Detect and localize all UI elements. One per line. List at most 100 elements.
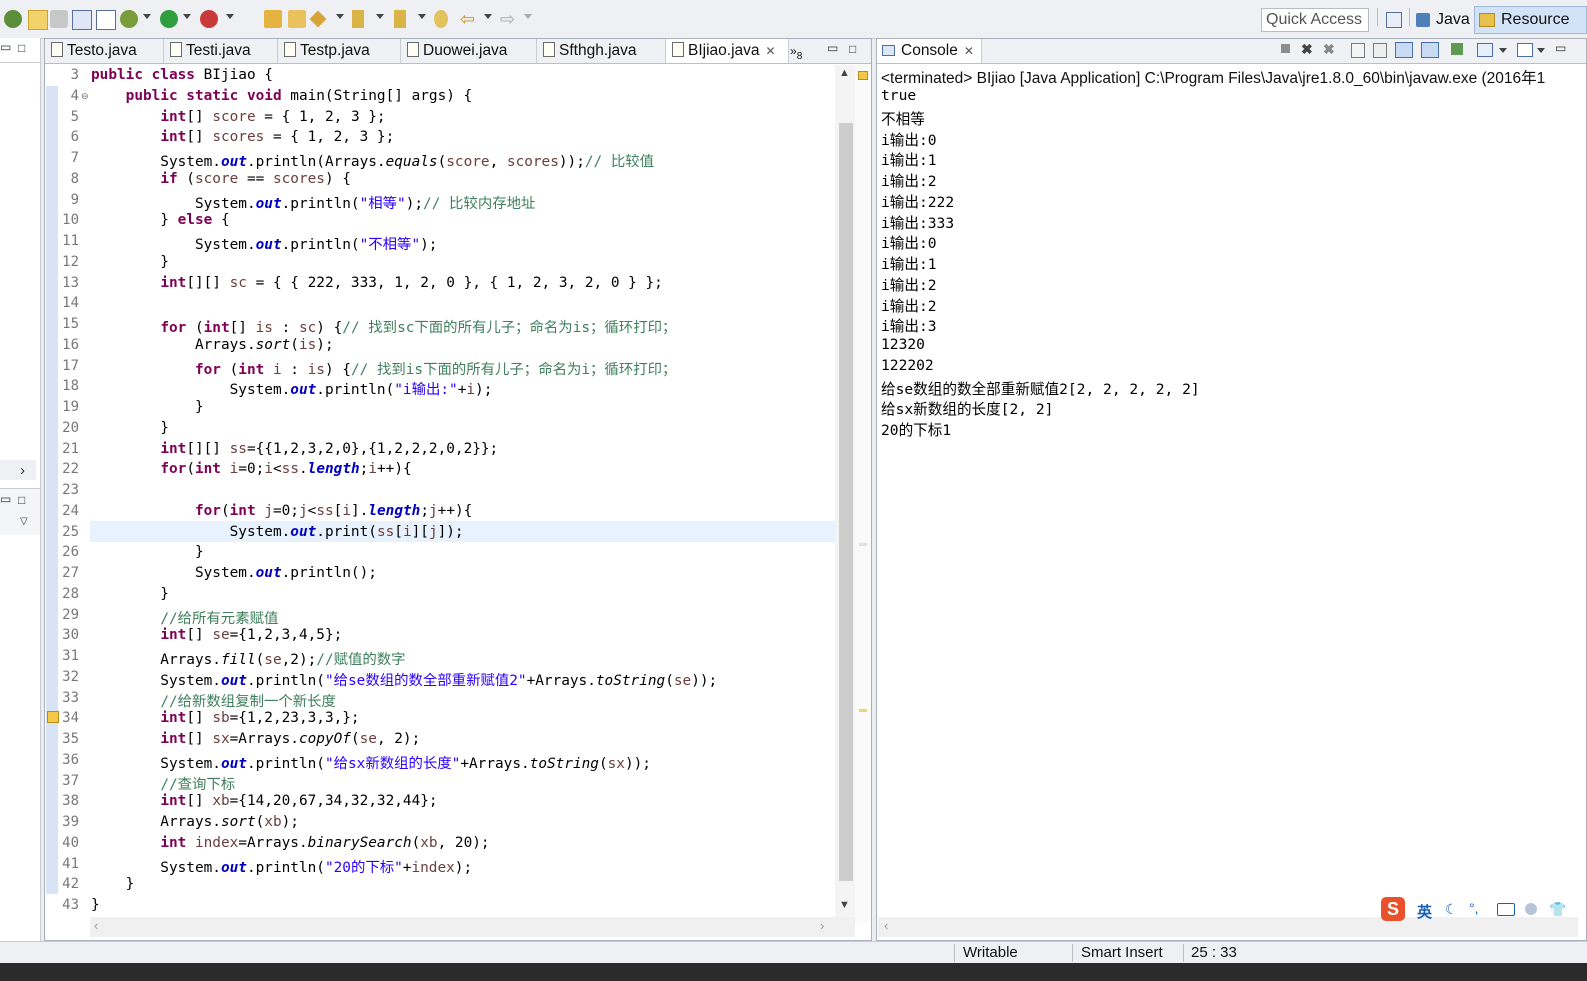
new-wizard-icon[interactable] [4, 10, 22, 28]
code-line[interactable]: System.out.println(); [91, 565, 377, 581]
maximize-editor-icon[interactable]: □ [849, 42, 856, 56]
scroll-left-icon[interactable]: ‹ [884, 918, 888, 933]
code-line[interactable]: public class BIjiao { [91, 67, 273, 83]
editor-scroll-thumb[interactable] [839, 123, 853, 881]
open-console-dropdown-icon[interactable] [1537, 48, 1545, 53]
show-on-stdout-icon[interactable] [1395, 42, 1413, 58]
external-tools-icon[interactable] [200, 10, 218, 28]
code-line[interactable]: } [91, 420, 169, 436]
punctuation-icon[interactable]: °, [1469, 900, 1479, 916]
warning-overview-icon[interactable] [858, 71, 868, 80]
search-icon[interactable] [309, 10, 327, 28]
code-line[interactable]: System.out.println("给se数组的数全部重新赋值2"+Arra… [91, 669, 717, 690]
tab-overflow[interactable]: »8 [790, 39, 816, 63]
close-icon[interactable]: ✕ [964, 44, 974, 58]
editor-horizontal-scrollbar[interactable]: ‹ › [90, 917, 855, 937]
code-line[interactable]: int[] scores = { 1, 2, 3 }; [91, 129, 394, 145]
debug-icon[interactable] [120, 10, 138, 28]
debug-dropdown-icon[interactable] [143, 14, 151, 19]
code-line[interactable]: //给新数组复制一个新长度 [91, 690, 336, 711]
last-edit-location-icon[interactable] [434, 10, 448, 28]
view-menu-icon[interactable]: ▽ [20, 516, 28, 527]
terminate-icon[interactable] [1281, 44, 1290, 53]
forward-icon[interactable]: ⇨ [500, 10, 518, 28]
code-line[interactable]: //查询下标 [91, 773, 235, 794]
minimize-console-icon[interactable]: ▭ [1555, 41, 1566, 55]
scroll-right-icon[interactable]: › [820, 918, 824, 933]
code-line[interactable]: //给所有元素赋值 [91, 607, 278, 628]
open-type-icon[interactable] [264, 10, 282, 28]
code-line[interactable]: int[][] sc = { { 222, 333, 1, 2, 0 }, { … [91, 275, 663, 291]
code-line[interactable]: int[] sb={1,2,23,3,3,}; [91, 710, 359, 726]
code-line[interactable]: Arrays.sort(xb); [91, 814, 299, 830]
code-line[interactable]: for (int[] is : sc) {// 找到sc下面的所有儿子；命名为i… [91, 316, 676, 337]
code-line[interactable]: } [91, 897, 100, 913]
code-line[interactable]: } [91, 254, 169, 270]
tab-console[interactable]: Console ✕ [877, 39, 982, 63]
pin-console-icon[interactable] [1451, 43, 1463, 55]
quick-access-input[interactable]: Quick Access [1261, 8, 1369, 32]
back-dropdown-icon[interactable] [484, 14, 492, 19]
perspective-java[interactable]: Java [1416, 6, 1470, 34]
tab-sfthgh[interactable]: Sfthgh.java [537, 39, 666, 63]
code-line[interactable]: System.out.println(Arrays.equals(score, … [91, 150, 654, 171]
code-line[interactable]: } else { [91, 212, 229, 228]
scroll-up-icon[interactable]: ▲ [839, 67, 850, 79]
clear-console-icon[interactable] [1351, 43, 1365, 58]
sogou-ime-icon[interactable]: S [1381, 897, 1405, 921]
open-perspective-icon[interactable] [1386, 12, 1402, 28]
code-line[interactable]: System.out.println("i输出:"+i); [91, 378, 493, 399]
remove-launch-icon[interactable]: ✖ [1301, 41, 1313, 58]
run-dropdown-icon[interactable] [183, 14, 191, 19]
code-line[interactable]: if (score == scores) { [91, 171, 351, 187]
code-line[interactable]: } [91, 399, 204, 415]
maximize-icon-2[interactable]: □ [18, 493, 25, 507]
code-line[interactable]: Arrays.fill(se,2);//赋值的数字 [91, 648, 405, 669]
tab-duowei[interactable]: Duowei.java [401, 39, 537, 63]
ime-lang-toggle[interactable]: 英 [1417, 901, 1432, 922]
maximize-icon[interactable]: □ [18, 41, 25, 55]
code-line[interactable]: System.out.println("相等");// 比较内存地址 [91, 192, 535, 213]
next-annotation-dropdown-icon[interactable] [376, 14, 384, 19]
next-annotation-icon[interactable] [352, 10, 364, 28]
code-line[interactable]: int[][] ss={{1,2,3,2,0},{1,2,2,2,0,2}}; [91, 441, 498, 457]
show-on-stderr-icon[interactable] [1421, 42, 1439, 58]
code-line[interactable]: int index=Arrays.binarySearch(xb, 20); [91, 835, 489, 851]
code-line[interactable]: Arrays.sort(is); [91, 337, 334, 353]
warning-icon[interactable] [47, 711, 59, 723]
external-tools-dropdown-icon[interactable] [226, 14, 234, 19]
code-line[interactable]: public static void main(String[] args) { [91, 88, 473, 104]
show-whitespace-icon[interactable] [72, 10, 92, 30]
keyboard-icon[interactable] [1497, 903, 1515, 916]
highlight-icon[interactable] [28, 10, 48, 30]
remove-all-icon[interactable]: ✖ [1323, 41, 1335, 58]
display-console-dropdown-icon[interactable] [1499, 48, 1507, 53]
minimize-icon[interactable]: ▭ [0, 40, 11, 54]
chevron-right-icon[interactable]: › [20, 462, 25, 479]
code-line[interactable]: } [91, 544, 204, 560]
scroll-left-icon[interactable]: ‹ [94, 918, 98, 933]
code-line[interactable]: int[] xb={14,20,67,34,32,32,44}; [91, 793, 437, 809]
previous-annotation-icon[interactable] [394, 10, 406, 28]
code-line[interactable]: for(int i=0;i<ss.length;i++){ [91, 461, 411, 477]
code-line[interactable]: for (int i : is) {// 找到is下面的所有儿子；命名为i；循环… [91, 358, 676, 379]
code-line[interactable]: System.out.println("给sx新数组的长度"+Arrays.to… [91, 752, 651, 773]
tab-testp[interactable]: Testp.java [278, 39, 401, 63]
code-line[interactable]: } [91, 586, 169, 602]
link-icon[interactable] [50, 10, 68, 28]
code-line[interactable]: int[] se={1,2,3,4,5}; [91, 627, 342, 643]
close-icon[interactable]: ✕ [766, 44, 776, 58]
open-resource-icon[interactable] [288, 10, 306, 28]
code-line[interactable]: System.out.print(ss[i][j]); [91, 524, 464, 540]
code-line[interactable]: int[] sx=Arrays.copyOf(se, 2); [91, 731, 420, 747]
run-icon[interactable] [160, 10, 178, 28]
back-icon[interactable]: ⇦ [460, 10, 478, 28]
tab-bijiao[interactable]: BIjiao.java ✕ [666, 39, 789, 63]
tab-testi[interactable]: Testi.java [164, 39, 278, 63]
scroll-down-icon[interactable]: ▼ [839, 899, 850, 911]
previous-annotation-dropdown-icon[interactable] [418, 14, 426, 19]
console-horizontal-scrollbar[interactable]: ‹ [878, 917, 1578, 937]
search-dropdown-icon[interactable] [336, 14, 344, 19]
user-icon[interactable] [1525, 903, 1537, 915]
shirt-icon[interactable]: 👕 [1549, 901, 1566, 918]
